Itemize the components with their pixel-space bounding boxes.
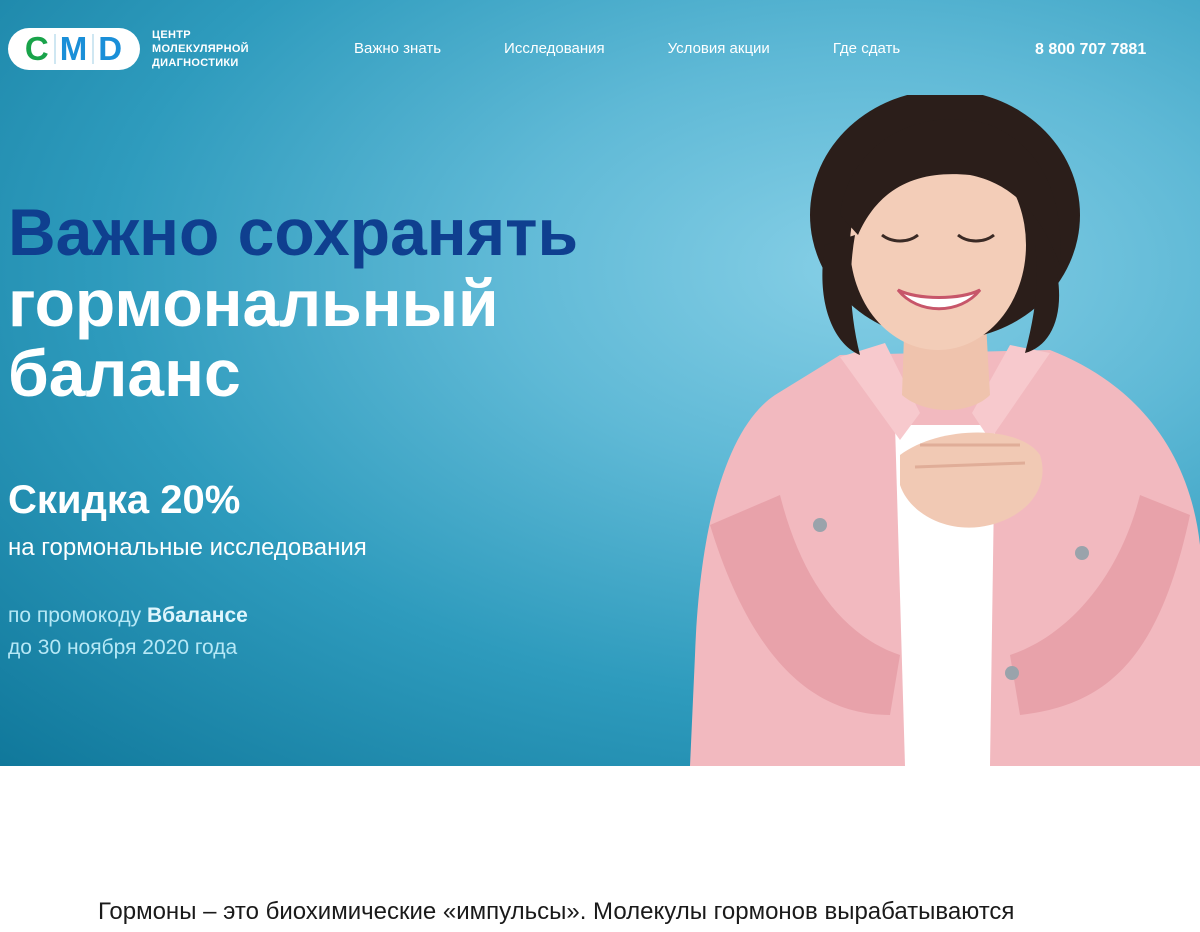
promo-code: Вбалансе (146, 604, 248, 627)
logo-letter-c: C (24, 30, 50, 67)
hero-banner: C M D ЦЕНТР МОЛЕКУЛЯРНОЙ ДИАГНОСТИКИ Важ… (0, 0, 1200, 766)
discount-subtitle: на гормональные исследования (8, 534, 367, 561)
logo-badge: C M D (8, 28, 140, 70)
smiling-woman-photo (690, 95, 1200, 766)
promo-line: по промокоду Вбалансе (8, 600, 248, 632)
promo-deadline: до 30 ноября 2020 года (8, 636, 238, 659)
nav-important[interactable]: Важно знать (354, 40, 441, 57)
logo-divider (53, 34, 56, 64)
logo-caption-line: ДИАГНОСТИКИ (152, 57, 239, 69)
main-nav: Важно знать Исследования Условия акции Г… (354, 40, 963, 57)
logo-letter-m: M (59, 30, 89, 67)
logo-caption: ЦЕНТР МОЛЕКУЛЯРНОЙ ДИАГНОСТИКИ (152, 28, 249, 70)
intro-paragraph: Гормоны – это биохимические «импульсы». … (98, 898, 1015, 925)
hero-title-line2: гормональный баланс (8, 266, 499, 410)
logo-letter-d: D (98, 30, 124, 67)
logo-caption-line: ЦЕНТР (152, 29, 191, 41)
discount-heading: Скидка 20% (8, 478, 241, 522)
nav-research[interactable]: Исследования (504, 40, 605, 57)
nav-promo-terms[interactable]: Условия акции (668, 40, 770, 57)
logo-caption-line: МОЛЕКУЛЯРНОЙ (152, 43, 249, 55)
phone-number[interactable]: 8 800 707 7881 (1035, 41, 1146, 59)
promo-info: по промокоду Вбалансе до 30 ноября 2020 … (8, 600, 248, 664)
site-logo[interactable]: C M D ЦЕНТР МОЛЕКУЛЯРНОЙ ДИАГНОСТИКИ (8, 28, 249, 70)
logo-divider (92, 34, 95, 64)
hero-title-line1: Важно сохранять (8, 195, 579, 269)
promo-prefix: по промокоду (8, 604, 147, 627)
nav-where-to-test[interactable]: Где сдать (833, 40, 900, 57)
